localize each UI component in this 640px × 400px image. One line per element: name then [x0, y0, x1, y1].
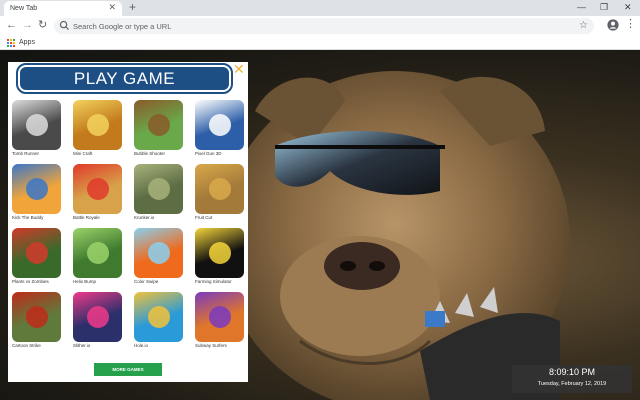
game-art [209, 306, 231, 328]
game-art [26, 242, 48, 264]
search-icon [59, 20, 70, 31]
game-art [209, 242, 231, 264]
game-name[interactable]: Tomb Runner [12, 151, 68, 156]
game-tile[interactable]: Subway Surfers [195, 292, 247, 352]
clock-time: 8:09:10 PM [548, 367, 596, 377]
bookmark-star-icon[interactable]: ☆ [579, 19, 588, 32]
game-panel: PLAY GAME ✕ Tomb Runner Mini Craft Bubble … [8, 62, 248, 382]
game-art [87, 114, 109, 136]
game-tile[interactable]: Mini Craft [73, 100, 125, 160]
close-panel-icon[interactable]: ✕ [233, 62, 245, 76]
game-thumbnail[interactable] [73, 292, 122, 342]
game-name[interactable]: Kick The Buddy [12, 215, 68, 220]
game-art [148, 178, 170, 200]
game-art [148, 242, 170, 264]
game-thumbnail[interactable] [12, 292, 61, 342]
search-input[interactable] [73, 18, 553, 34]
game-name[interactable]: Color Swipe [134, 279, 190, 284]
game-tile[interactable]: Slither.io [73, 292, 125, 352]
game-tile[interactable]: Cartoon Strike [12, 292, 64, 352]
maximize-icon[interactable]: ❐ [600, 1, 608, 13]
game-art [148, 114, 170, 136]
game-thumbnail[interactable] [12, 100, 61, 150]
game-name[interactable]: Pixel Gun 3D [195, 151, 251, 156]
game-art [87, 178, 109, 200]
apps-grid-icon[interactable] [7, 39, 15, 47]
game-name[interactable]: Hole.io [134, 343, 190, 348]
game-tile[interactable]: Fruit Cut [195, 164, 247, 224]
game-tile[interactable]: Color Swipe [134, 228, 186, 288]
game-tile[interactable]: Pixel Gun 3D [195, 100, 247, 160]
game-art [26, 178, 48, 200]
game-name[interactable]: Bubble Shooter [134, 151, 190, 156]
game-name[interactable]: Subway Surfers [195, 343, 251, 348]
game-thumbnail[interactable] [134, 100, 183, 150]
game-art [87, 306, 109, 328]
bookmark-apps[interactable]: Apps [19, 39, 35, 46]
game-thumbnail[interactable] [195, 164, 244, 214]
game-thumbnail[interactable] [134, 292, 183, 342]
profile-icon[interactable] [607, 19, 619, 31]
tab-strip: New Tab ✕ + — ❐ ✕ [0, 0, 640, 16]
close-window-icon[interactable]: ✕ [624, 1, 632, 13]
more-games-button[interactable]: MORE GAMES [94, 363, 162, 376]
game-thumbnail[interactable] [134, 164, 183, 214]
game-name[interactable]: Battle Royale [73, 215, 129, 220]
game-thumbnail[interactable] [73, 100, 122, 150]
play-game-banner[interactable]: PLAY GAME [16, 63, 233, 94]
game-art [26, 306, 48, 328]
bookmarks-bar: Apps [0, 36, 640, 50]
game-tile[interactable]: Bubble Shooter [134, 100, 186, 160]
game-name[interactable]: Plants vs Zombies [12, 279, 68, 284]
game-tile[interactable]: Farming Simulator [195, 228, 247, 288]
browser-toolbar: ← → ↻ ☆ ⋮ [0, 16, 640, 36]
game-art [209, 178, 231, 200]
game-name[interactable]: Mini Craft [73, 151, 129, 156]
game-name[interactable]: Slither.io [73, 343, 129, 348]
game-thumbnail[interactable] [195, 228, 244, 278]
game-tile[interactable]: Plants vs Zombies [12, 228, 64, 288]
game-tile[interactable]: Krunker.io [134, 164, 186, 224]
game-name[interactable]: Cartoon Strike [12, 343, 68, 348]
game-name[interactable]: Helix Bump [73, 279, 129, 284]
game-tile[interactable]: Hole.io [134, 292, 186, 352]
close-tab-icon[interactable]: ✕ [108, 3, 116, 12]
back-icon[interactable]: ← [6, 19, 17, 32]
game-thumbnail[interactable] [73, 228, 122, 278]
menu-icon[interactable]: ⋮ [625, 18, 636, 31]
reload-icon[interactable]: ↻ [38, 19, 47, 32]
game-name[interactable]: Farming Simulator [195, 279, 251, 284]
game-tile[interactable]: Kick The Buddy [12, 164, 64, 224]
game-thumbnail[interactable] [134, 228, 183, 278]
game-thumbnail[interactable] [195, 292, 244, 342]
clock-widget: 8:09:10 PM Tuesday, February 12, 2019 [512, 365, 632, 393]
game-art [87, 242, 109, 264]
new-tab-button[interactable]: + [129, 1, 136, 14]
clock-date: Tuesday, February 12, 2019 [537, 381, 607, 387]
tab-title: New Tab [10, 5, 38, 12]
game-name[interactable]: Fruit Cut [195, 215, 251, 220]
game-tile[interactable]: Tomb Runner [12, 100, 64, 160]
game-tile[interactable]: Helix Bump [73, 228, 125, 288]
game-tile[interactable]: Battle Royale [73, 164, 125, 224]
game-thumbnail[interactable] [73, 164, 122, 214]
new-tab-page: PLAY GAME ✕ Tomb Runner Mini Craft Bubble … [0, 51, 640, 400]
tab-new-tab[interactable]: New Tab ✕ [4, 1, 122, 16]
game-art [26, 114, 48, 136]
game-art [209, 114, 231, 136]
game-art [148, 306, 170, 328]
game-name[interactable]: Krunker.io [134, 215, 190, 220]
minimize-icon[interactable]: — [577, 1, 586, 13]
game-thumbnail[interactable] [12, 228, 61, 278]
game-thumbnail[interactable] [195, 100, 244, 150]
omnibox[interactable]: ☆ [54, 18, 594, 34]
forward-icon[interactable]: → [22, 19, 33, 32]
game-thumbnail[interactable] [12, 164, 61, 214]
